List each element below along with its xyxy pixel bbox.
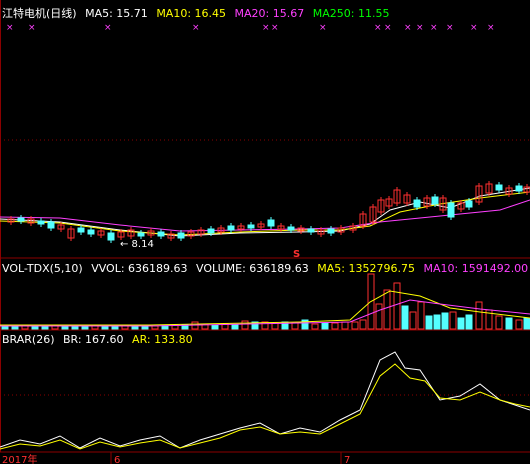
volume-bar bbox=[151, 325, 159, 330]
signal-x-marker: × bbox=[384, 23, 392, 33]
candle-body bbox=[47, 221, 55, 229]
volume-bar bbox=[417, 301, 425, 330]
candle-body bbox=[107, 232, 115, 241]
candle-body bbox=[227, 225, 235, 231]
volume-bar bbox=[457, 317, 465, 330]
signal-x-marker: × bbox=[271, 23, 279, 33]
signal-x-marker: × bbox=[319, 23, 327, 33]
candle-body bbox=[267, 219, 275, 227]
volume-bar bbox=[449, 311, 457, 330]
candle-body bbox=[515, 185, 523, 192]
volume-bar bbox=[341, 321, 349, 330]
signal-x-marker: × bbox=[6, 23, 14, 33]
candlesticks bbox=[7, 181, 530, 243]
volume-bar bbox=[401, 305, 409, 330]
signal-x-marker: × bbox=[262, 23, 270, 33]
volume-bar bbox=[495, 315, 503, 330]
volume-bar bbox=[393, 282, 401, 330]
signal-x-marker: × bbox=[374, 23, 382, 33]
candle-body bbox=[207, 228, 215, 234]
signal-x-marker: × bbox=[430, 23, 438, 33]
volume-bar bbox=[311, 323, 319, 330]
br-line bbox=[0, 351, 530, 449]
volume-bar bbox=[359, 319, 367, 330]
candle-body bbox=[247, 224, 255, 229]
brar-lines bbox=[0, 351, 530, 450]
signal-x-marker: × bbox=[446, 23, 454, 33]
volume-bars bbox=[1, 273, 530, 330]
candle-body bbox=[37, 220, 45, 225]
volume-bar bbox=[351, 321, 359, 330]
signal-x-marker: × bbox=[470, 23, 478, 33]
candle-body bbox=[465, 200, 473, 208]
volume-bar bbox=[433, 314, 441, 330]
signal-x-marker: × bbox=[416, 23, 424, 33]
volume-bar bbox=[425, 315, 433, 330]
volume-bar bbox=[231, 324, 239, 330]
volume-bar bbox=[505, 317, 513, 330]
x-axis-month-6: 6 bbox=[114, 455, 120, 464]
candle-body bbox=[77, 227, 85, 233]
volume-bar bbox=[291, 322, 299, 330]
candle-body bbox=[447, 202, 455, 218]
candle-body bbox=[177, 232, 185, 239]
volume-bar bbox=[475, 301, 483, 330]
signal-x-marker: × bbox=[487, 23, 495, 33]
candle-body bbox=[137, 232, 145, 237]
candle-body bbox=[307, 228, 315, 233]
volume-bar bbox=[409, 311, 417, 330]
volume-bar bbox=[523, 317, 530, 330]
volume-bar bbox=[331, 322, 339, 330]
volume-bar bbox=[241, 320, 249, 330]
volume-bar bbox=[465, 314, 473, 330]
candle-body bbox=[413, 199, 421, 208]
candle-body bbox=[495, 184, 503, 191]
x-axis-year-label: 2017年 bbox=[2, 453, 37, 464]
volume-bar bbox=[515, 319, 523, 330]
kline-chart-canvas[interactable]: × × × × × × × × × × × × × × × ← 8.14 S 2017年 6 7 bbox=[0, 0, 530, 464]
volume-bar bbox=[211, 324, 219, 330]
volume-bar bbox=[321, 322, 329, 330]
signal-x-marker: × bbox=[28, 23, 36, 33]
signal-markers: × × × × × × × × × × × × × × × bbox=[6, 23, 495, 33]
candle-body bbox=[327, 228, 335, 234]
signal-x-marker: × bbox=[192, 23, 200, 33]
candle-body bbox=[87, 229, 95, 235]
candle-body bbox=[17, 217, 25, 222]
volume-bar bbox=[383, 289, 391, 330]
candle-body bbox=[157, 231, 165, 237]
ar-line bbox=[0, 363, 530, 450]
x-axis-month-7: 7 bbox=[344, 455, 350, 464]
signal-x-marker: × bbox=[104, 23, 112, 33]
volume-bar bbox=[375, 303, 383, 330]
signal-s-mark: S bbox=[293, 249, 300, 260]
candle-body bbox=[287, 226, 295, 231]
low-price-marker: ← 8.14 bbox=[120, 239, 154, 250]
signal-x-marker: × bbox=[404, 23, 412, 33]
volume-bar bbox=[441, 312, 449, 330]
candle-body bbox=[431, 196, 439, 205]
